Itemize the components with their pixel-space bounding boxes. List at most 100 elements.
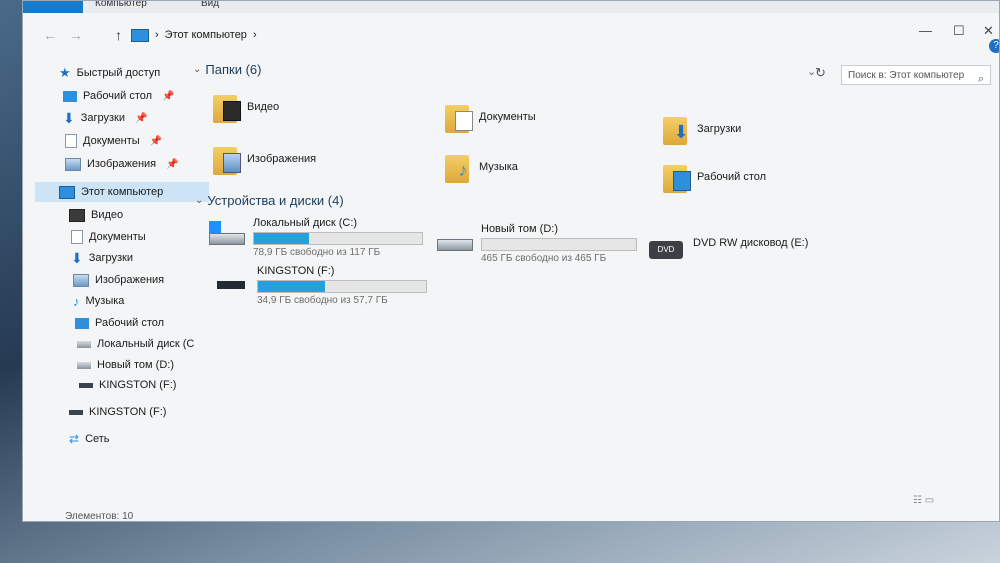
folder-label: Загрузки — [697, 123, 742, 135]
video-icon — [69, 208, 85, 222]
address-bar[interactable]: › Этот компьютер › — [131, 25, 831, 45]
downloads-folder-icon: ⬇ — [663, 113, 691, 145]
sidebar-item-downloads-pinned[interactable]: ⬇ Загрузки 📌 — [63, 108, 147, 128]
folder-label: Музыка — [479, 161, 518, 173]
folder-music[interactable]: ♪ Музыка — [445, 151, 518, 183]
sidebar-item-desktop[interactable]: Рабочий стол — [75, 313, 164, 333]
drive-d[interactable]: Новый том (D:) 465 ГБ свободно из 465 ГБ — [437, 223, 637, 264]
sidebar-item-kingston[interactable]: KINGSTON (F:) — [69, 402, 166, 422]
sidebar-item-this-pc[interactable]: Этот компьютер — [35, 182, 209, 202]
download-icon: ⬇ — [63, 109, 75, 126]
forward-button[interactable]: → — [69, 27, 83, 43]
help-icon[interactable]: ? — [989, 39, 999, 53]
sidebar-item-label: Этот компьютер — [81, 186, 164, 198]
drive-name: KINGSTON (F:) — [257, 265, 335, 277]
sidebar-item-quick-access[interactable]: ★ Быстрый доступ — [59, 63, 160, 83]
ribbon: Компьютер Вид — [23, 1, 999, 13]
sidebar-item-label: Быстрый доступ — [76, 67, 161, 79]
search-input[interactable]: Поиск в: Этот компьютер ⌕ — [841, 65, 991, 85]
windows-drive-icon — [209, 221, 245, 247]
folder-video[interactable]: Видео — [213, 91, 279, 123]
folders-group-header[interactable]: ⌄ Папки (6) — [193, 62, 261, 77]
drives-group-header[interactable]: ⌄ Устройства и диски (4) — [195, 193, 344, 208]
view-toggle-icons[interactable]: ☷ ▭ — [913, 495, 934, 506]
documents-icon — [65, 134, 77, 148]
star-icon: ★ — [59, 65, 71, 80]
usb-drive-icon — [213, 269, 249, 295]
search-icon[interactable]: ⌕ — [978, 69, 984, 89]
drive-usage-bar — [253, 232, 423, 245]
sidebar-item-pictures-pinned[interactable]: Изображения 📌 — [65, 154, 179, 174]
pictures-icon — [65, 157, 81, 171]
desktop-folder-icon — [663, 161, 691, 193]
tab-computer[interactable]: Компьютер — [95, 1, 147, 9]
video-folder-icon — [213, 91, 241, 123]
sidebar-item-label: Рабочий стол — [83, 90, 153, 102]
group-title: Папки (6) — [205, 62, 262, 77]
group-title: Устройства и диски (4) — [207, 193, 344, 208]
sidebar-item-label: Новый том (D:) — [97, 359, 174, 371]
desktop-icon — [75, 317, 89, 329]
sidebar-item-drive-c[interactable]: Локальный диск (C — [77, 334, 194, 354]
folder-pictures[interactable]: Изображения — [213, 143, 316, 175]
pin-icon[interactable]: 📌 — [162, 91, 174, 102]
sidebar-item-desktop-pinned[interactable]: Рабочий стол 📌 — [63, 86, 175, 106]
pin-icon[interactable]: 📌 — [135, 113, 147, 124]
folder-documents[interactable]: Документы — [445, 101, 536, 133]
pictures-icon — [73, 273, 89, 287]
breadcrumb-this-pc[interactable]: Этот компьютер — [165, 29, 247, 41]
sidebar-item-drive-d[interactable]: Новый том (D:) — [77, 355, 174, 375]
computer-icon — [131, 28, 149, 42]
sidebar-item-kingston-sub[interactable]: KINGSTON (F:) — [79, 375, 176, 395]
sidebar-item-music[interactable]: ♪ Музыка — [73, 291, 124, 311]
sidebar-item-label: Документы — [83, 135, 140, 147]
collapse-caret-icon[interactable]: ⌄ — [193, 64, 201, 75]
back-button[interactable]: ← — [43, 27, 57, 43]
file-tab[interactable] — [23, 1, 83, 13]
refresh-icon[interactable]: ↻ — [815, 65, 826, 81]
folder-label: Видео — [247, 101, 280, 113]
drive-e-dvd[interactable]: DVD DVD RW дисковод (E:) — [649, 233, 808, 263]
drive-usage-bar — [257, 280, 427, 293]
sidebar-item-video[interactable]: Видео — [69, 205, 123, 225]
sidebar-item-label: Загрузки — [80, 112, 126, 124]
drive-name: Новый том (D:) — [481, 223, 558, 235]
sidebar-item-documents-pinned[interactable]: Документы 📌 — [65, 131, 162, 151]
usb-icon — [69, 409, 83, 415]
pin-icon[interactable]: 📌 — [150, 136, 162, 147]
sidebar-item-label: Рабочий стол — [95, 317, 165, 329]
tab-view[interactable]: Вид — [201, 1, 219, 9]
sidebar-item-label: Сеть — [85, 433, 110, 445]
documents-icon — [71, 230, 83, 244]
pictures-folder-icon — [213, 143, 241, 175]
explorer-window: Компьютер Вид — ☐ ✕ ← → ↑ › Этот компьют… — [22, 0, 1000, 522]
folder-desktop[interactable]: Рабочий стол — [663, 161, 766, 193]
pin-icon[interactable]: 📌 — [166, 159, 178, 170]
computer-icon — [59, 185, 75, 199]
navigation-pane: ★ Быстрый доступ Рабочий стол 📌 ⬇ Загруз… — [23, 61, 209, 511]
documents-folder-icon — [445, 101, 473, 133]
drive-c[interactable]: Локальный диск (C:) 78,9 ГБ свободно из … — [209, 217, 423, 258]
download-icon: ⬇ — [71, 249, 83, 266]
sidebar-item-label: Изображения — [87, 158, 157, 170]
sidebar-item-pictures[interactable]: Изображения — [73, 270, 164, 290]
up-button[interactable]: ↑ — [115, 27, 122, 43]
music-folder-icon: ♪ — [445, 151, 473, 183]
usb-icon — [79, 382, 93, 388]
folder-label: Документы — [479, 111, 536, 123]
sidebar-item-documents[interactable]: Документы — [71, 227, 146, 247]
folder-downloads[interactable]: ⬇ Загрузки — [663, 113, 741, 145]
network-icon: ⇄ — [69, 432, 80, 446]
drive-usage-fill — [258, 281, 326, 292]
sidebar-item-network[interactable]: ⇄ Сеть — [69, 429, 110, 449]
collapse-caret-icon[interactable]: ⌄ — [195, 195, 203, 206]
drive-free-space: 34,9 ГБ свободно из 57,7 ГБ — [257, 295, 388, 306]
sidebar-item-downloads[interactable]: ⬇ Загрузки — [71, 248, 133, 268]
address-bar-area: ← → ↑ › Этот компьютер › — [23, 17, 999, 53]
drive-usage-bar — [481, 238, 637, 251]
drive-usage-fill — [254, 233, 310, 244]
sidebar-item-label: Изображения — [95, 274, 165, 286]
drive-icon — [77, 361, 91, 369]
drive-name: DVD RW дисковод (E:) — [693, 237, 809, 249]
drive-f-kingston[interactable]: KINGSTON (F:) 34,9 ГБ свободно из 57,7 Г… — [213, 265, 427, 306]
